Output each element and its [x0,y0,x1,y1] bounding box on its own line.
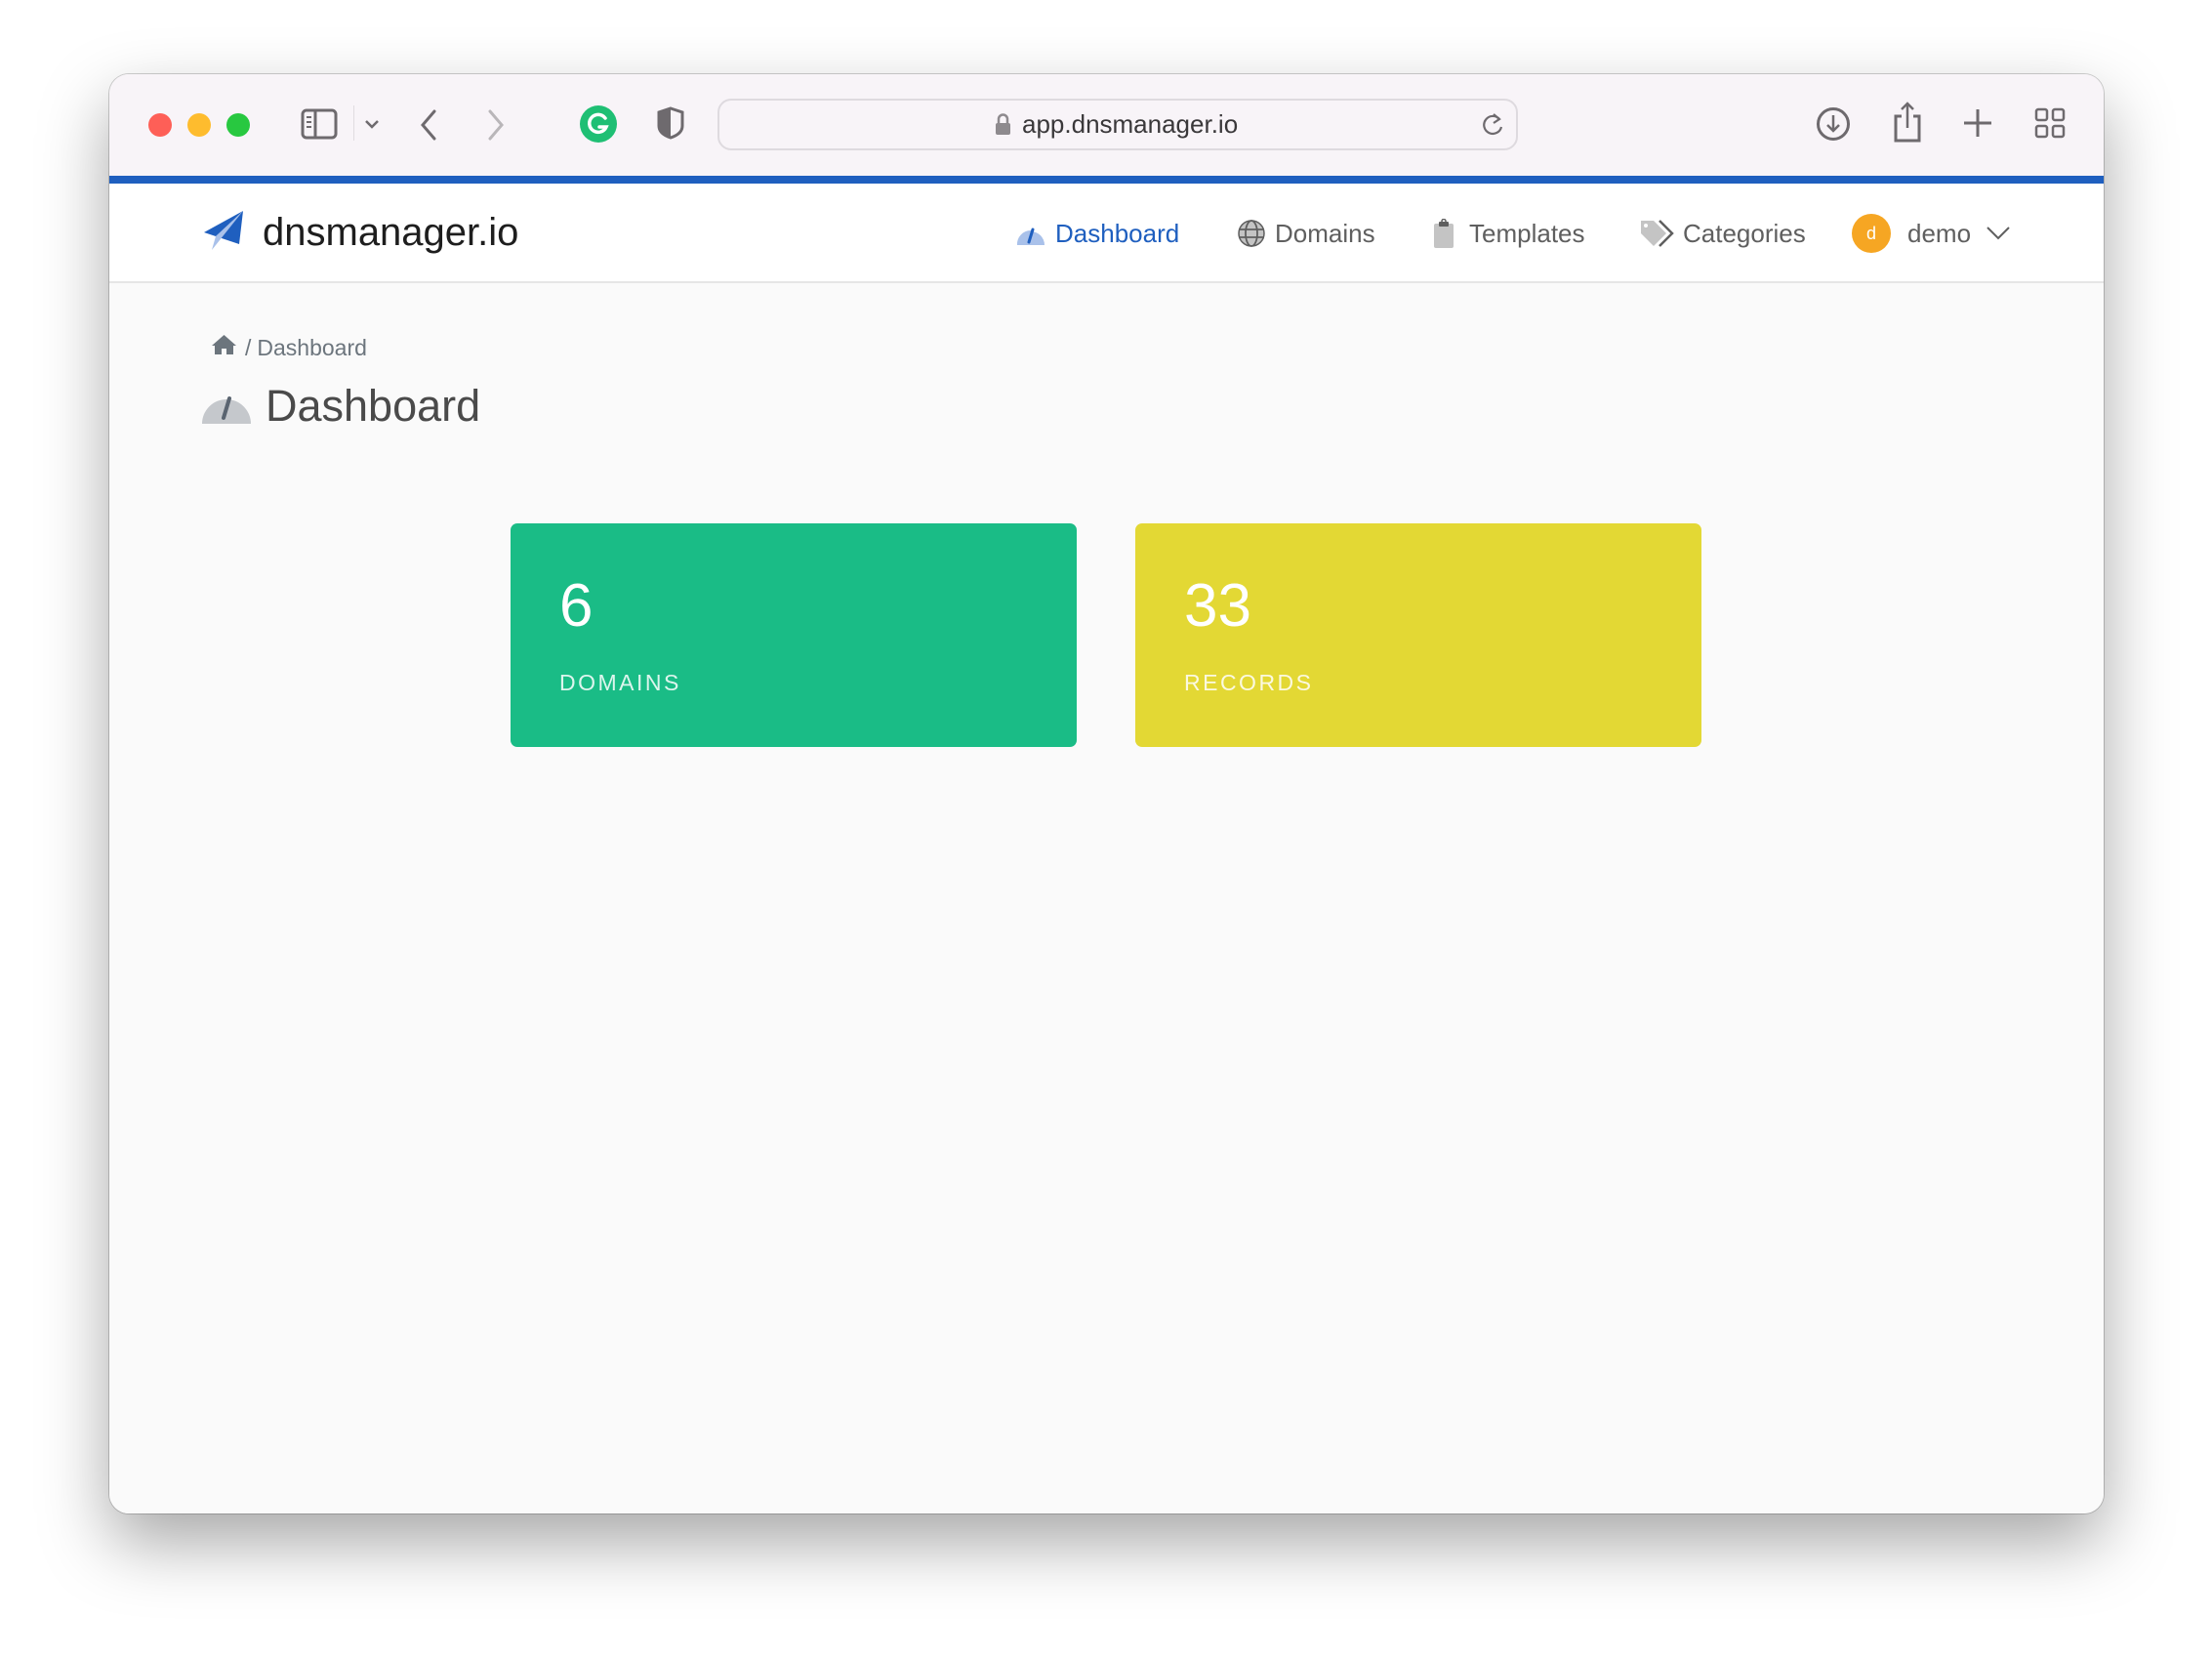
nav-dashboard-label: Dashboard [1055,218,1180,248]
stat-card-domains[interactable]: 6 DOMAINS [511,523,1077,747]
lock-icon [995,113,1011,141]
user-avatar: d [1852,214,1891,253]
close-window-button[interactable] [148,113,172,137]
fullscreen-window-button[interactable] [226,113,250,137]
browser-window: app.dnsmanager.io dnsmanager.io Dashboar… [109,74,2104,1513]
clipboard-icon [1434,219,1454,248]
share-icon[interactable] [1891,100,1924,145]
chevron-down-icon [1987,227,2010,240]
back-icon[interactable] [417,107,440,143]
nav-templates-label: Templates [1469,218,1585,248]
accent-bar [109,176,2104,184]
url-text: app.dnsmanager.io [1022,109,1239,139]
chevron-down-icon[interactable] [361,113,383,135]
brand-link[interactable]: dnsmanager.io [202,208,518,257]
reload-icon[interactable] [1481,111,1506,144]
stat-value: 6 [559,572,594,640]
app-navbar: dnsmanager.io Dashboard Domains Template… [109,184,2104,283]
nav-templates[interactable]: Templates [1434,215,1585,252]
tags-icon [1640,219,1675,248]
home-icon[interactable] [211,334,237,361]
main-content: / Dashboard Dashboard 6 DOMAINS 33 RECOR… [109,283,2104,1513]
stat-label: DOMAINS [559,670,681,695]
stat-card-records[interactable]: 33 RECORDS [1135,523,1701,747]
stat-value: 33 [1184,572,1251,640]
user-menu[interactable]: d demo [1852,214,2010,253]
tab-overview-icon[interactable] [2033,106,2067,140]
browser-toolbar: app.dnsmanager.io [109,74,2104,176]
minimize-window-button[interactable] [187,113,211,137]
sidebar-icon[interactable] [300,107,339,141]
globe-icon [1238,220,1265,247]
nav-domains-label: Domains [1275,218,1375,248]
toolbar-divider [353,105,354,141]
breadcrumb-separator: / [245,334,252,360]
user-name: demo [1907,218,1972,248]
stat-label: RECORDS [1184,670,1314,695]
paper-plane-logo-icon [202,209,245,257]
breadcrumb-current: Dashboard [257,334,367,360]
shield-icon[interactable] [656,104,685,143]
page-title-text: Dashboard [266,381,481,431]
breadcrumb: / Dashboard [211,334,367,361]
nav-categories-label: Categories [1683,218,1806,248]
dashboard-icon [1016,221,1045,246]
forward-icon[interactable] [484,107,508,143]
dashboard-icon [201,385,252,429]
grammarly-icon[interactable] [580,105,617,143]
url-bar[interactable]: app.dnsmanager.io [717,99,1518,150]
nav-categories[interactable]: Categories [1640,215,1806,252]
new-tab-icon[interactable] [1961,106,1994,140]
download-icon[interactable] [1815,105,1852,143]
nav-dashboard[interactable]: Dashboard [1016,215,1179,252]
brand-name: dnsmanager.io [263,210,519,254]
nav-domains[interactable]: Domains [1238,215,1375,252]
page-title: Dashboard [201,381,480,432]
